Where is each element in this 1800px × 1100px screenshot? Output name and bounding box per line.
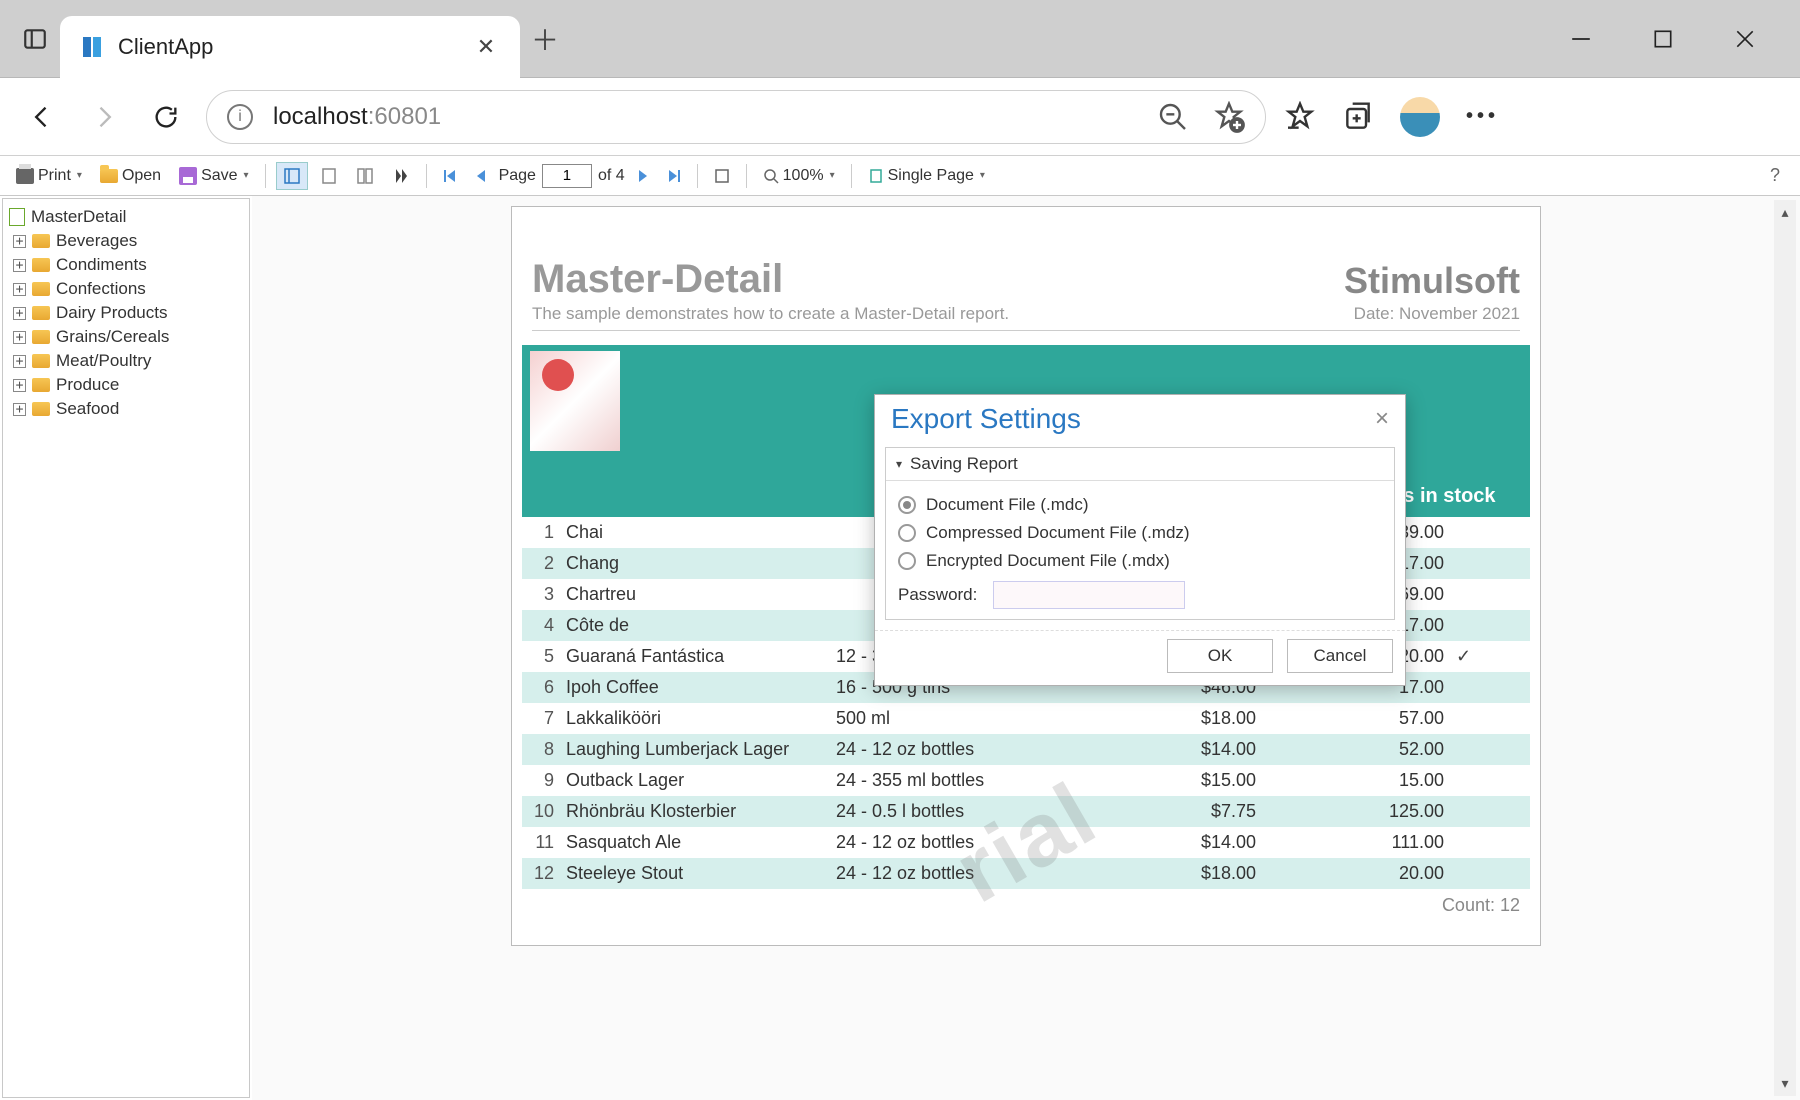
- url-text: localhost:60801: [273, 103, 441, 131]
- parameters-icon[interactable]: [314, 163, 344, 189]
- password-label: Password:: [898, 585, 977, 605]
- more-options-icon[interactable]: •••: [1466, 105, 1499, 128]
- section-saving-report[interactable]: ▾Saving Report: [886, 448, 1394, 481]
- radio-compressed-file[interactable]: Compressed Document File (.mdz): [898, 519, 1382, 547]
- tree-item-label: Dairy Products: [56, 303, 167, 323]
- export-settings-dialog: Export Settings × ▾Saving Report Documen…: [874, 394, 1406, 686]
- viewer-toolbar: Print▾ Open Save▾ Page of 4 100%▾ Single…: [0, 156, 1800, 196]
- folder-icon: [32, 330, 50, 344]
- tab-title: ClientApp: [118, 34, 458, 60]
- view-mode-button[interactable]: Single Page▾: [862, 163, 991, 189]
- window-close-icon[interactable]: [1720, 14, 1770, 64]
- dialog-title: Export Settings: [891, 403, 1081, 435]
- tree-item[interactable]: + Grains/Cereals: [9, 325, 243, 349]
- resources-icon[interactable]: [350, 163, 380, 189]
- page-label: Page: [499, 167, 536, 185]
- folder-icon: [32, 306, 50, 320]
- tree-item-label: Seafood: [56, 399, 119, 419]
- expand-icon[interactable]: +: [13, 307, 26, 320]
- zoom-button[interactable]: 100%▾: [757, 163, 841, 189]
- bookmarks-tree: MasterDetail + Beverages + Condiments + Confe…: [2, 198, 250, 1098]
- expand-icon[interactable]: +: [13, 259, 26, 272]
- new-tab-button[interactable]: ＋: [520, 14, 570, 64]
- bookmarks-toggle[interactable]: [276, 162, 308, 190]
- radio-document-file[interactable]: Document File (.mdc): [898, 491, 1382, 519]
- dialog-close-icon[interactable]: ×: [1375, 405, 1389, 433]
- tree-item-label: Meat/Poultry: [56, 351, 151, 371]
- tree-root[interactable]: MasterDetail: [9, 205, 243, 229]
- ok-button[interactable]: OK: [1167, 639, 1273, 673]
- last-page-icon[interactable]: [661, 165, 687, 187]
- tab-actions-icon[interactable]: [10, 14, 60, 64]
- folder-icon: [32, 282, 50, 296]
- radio-encrypted-file[interactable]: Encrypted Document File (.mdx): [898, 547, 1382, 575]
- tree-item-label: Grains/Cereals: [56, 327, 169, 347]
- tree-item-label: Produce: [56, 375, 119, 395]
- expand-icon[interactable]: +: [13, 283, 26, 296]
- browser-tab[interactable]: ClientApp ✕: [60, 16, 520, 78]
- tree-item[interactable]: + Condiments: [9, 253, 243, 277]
- maximize-icon[interactable]: [1638, 14, 1688, 64]
- add-favorite-icon[interactable]: [1213, 101, 1245, 133]
- expand-icon[interactable]: +: [13, 403, 26, 416]
- address-bar: i localhost:60801 •••: [0, 78, 1800, 156]
- folder-icon: [32, 234, 50, 248]
- open-button[interactable]: Open: [94, 163, 167, 189]
- minimize-icon[interactable]: [1556, 14, 1606, 64]
- tree-item-label: Beverages: [56, 231, 137, 251]
- save-button[interactable]: Save▾: [173, 163, 255, 189]
- prev-page-icon[interactable]: [469, 165, 493, 187]
- collections-icon[interactable]: [1342, 101, 1374, 133]
- tree-item[interactable]: + Confections: [9, 277, 243, 301]
- expand-icon[interactable]: +: [13, 379, 26, 392]
- folder-icon: [32, 258, 50, 272]
- tree-item-label: Confections: [56, 279, 146, 299]
- page-total: of 4: [598, 167, 625, 185]
- expand-icon[interactable]: +: [13, 331, 26, 344]
- folder-icon: [32, 378, 50, 392]
- profile-avatar[interactable]: [1400, 97, 1440, 137]
- first-page-icon[interactable]: [437, 165, 463, 187]
- expand-icon[interactable]: +: [13, 235, 26, 248]
- fullscreen-icon[interactable]: [708, 164, 736, 188]
- tab-close-icon[interactable]: ✕: [472, 33, 500, 61]
- favorites-icon[interactable]: [1284, 101, 1316, 133]
- folder-icon: [32, 402, 50, 416]
- browser-tab-strip: ClientApp ✕ ＋: [0, 0, 1800, 78]
- password-input[interactable]: [993, 581, 1185, 609]
- tree-item[interactable]: + Seafood: [9, 397, 243, 421]
- page-input[interactable]: [542, 164, 592, 188]
- reload-button[interactable]: [144, 95, 188, 139]
- folder-icon: [32, 354, 50, 368]
- cancel-button[interactable]: Cancel: [1287, 639, 1393, 673]
- tree-item[interactable]: + Dairy Products: [9, 301, 243, 325]
- forward-button: [82, 95, 126, 139]
- tab-favicon: [80, 35, 104, 59]
- find-icon[interactable]: [386, 163, 416, 189]
- expand-icon[interactable]: +: [13, 355, 26, 368]
- tree-item[interactable]: + Meat/Poultry: [9, 349, 243, 373]
- tree-item[interactable]: + Produce: [9, 373, 243, 397]
- address-field[interactable]: i localhost:60801: [206, 90, 1266, 144]
- help-icon[interactable]: ?: [1770, 165, 1790, 186]
- back-button[interactable]: [20, 95, 64, 139]
- next-page-icon[interactable]: [631, 165, 655, 187]
- report-canvas: Master-Detail Stimulsoft The sample demo…: [252, 196, 1800, 1100]
- tree-item-label: Condiments: [56, 255, 147, 275]
- tree-item[interactable]: + Beverages: [9, 229, 243, 253]
- print-button[interactable]: Print▾: [10, 163, 88, 189]
- zoom-out-icon[interactable]: [1157, 101, 1189, 133]
- site-info-icon[interactable]: i: [227, 104, 253, 130]
